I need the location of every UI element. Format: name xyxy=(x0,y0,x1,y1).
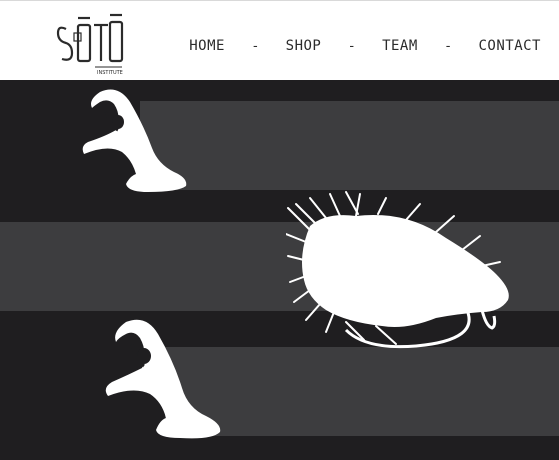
nav-separator: - xyxy=(349,38,355,54)
stripe-top xyxy=(140,101,559,190)
nav-separator: - xyxy=(252,38,258,54)
logo-tagline: INSTITUTE xyxy=(97,70,123,76)
nav-separator: - xyxy=(445,38,451,54)
site-header: INSTITUTE HOME - SHOP - TEAM - CONTACT xyxy=(0,0,559,80)
nav-team[interactable]: TEAM xyxy=(382,38,418,54)
nav-shop[interactable]: SHOP xyxy=(286,38,322,54)
soto-logo[interactable]: INSTITUTE xyxy=(52,7,132,77)
nav-contact[interactable]: CONTACT xyxy=(478,38,541,54)
hook-eye-icon xyxy=(105,319,221,439)
nav-home[interactable]: HOME xyxy=(189,38,225,54)
main-nav: HOME - SHOP - TEAM - CONTACT xyxy=(189,36,541,56)
hook-eye-icon xyxy=(82,89,187,192)
fishing-fly-icon xyxy=(286,191,509,349)
